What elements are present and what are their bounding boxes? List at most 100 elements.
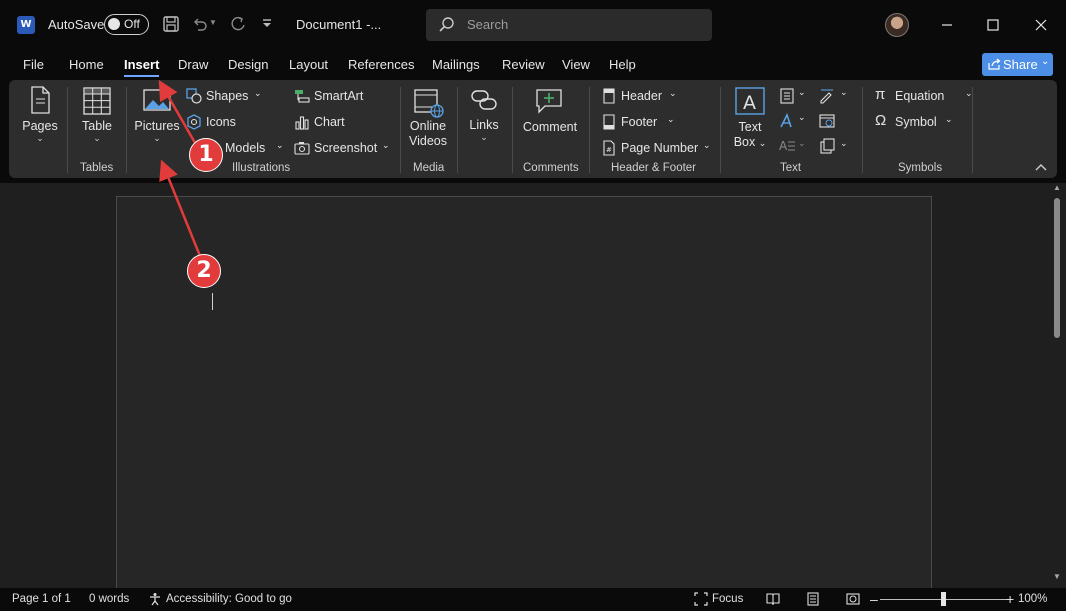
online-videos-label-2: Videos — [409, 134, 447, 148]
share-button[interactable]: Share ⌄ — [982, 53, 1053, 76]
group-label-illustrations: Illustrations — [232, 162, 291, 174]
quick-parts-chevron-icon[interactable]: ⌄ — [798, 87, 806, 98]
read-mode-icon[interactable] — [766, 592, 780, 606]
text-box-label-1: Text — [738, 120, 762, 134]
tab-file[interactable]: File — [23, 57, 44, 72]
customize-toolbar-icon[interactable] — [258, 14, 278, 34]
tab-view[interactable]: View — [562, 57, 590, 72]
close-icon[interactable] — [1028, 12, 1054, 38]
table-button[interactable]: Table ⌄ — [75, 86, 119, 148]
share-icon — [988, 58, 1001, 70]
page-number-button[interactable]: # Page Number ⌄ — [601, 139, 721, 159]
document-page[interactable] — [116, 196, 932, 596]
zoom-slider-thumb[interactable] — [941, 592, 946, 606]
comment-icon — [536, 89, 562, 114]
pages-label: Pages — [22, 119, 58, 133]
scroll-down-icon[interactable]: ▼ — [1053, 572, 1061, 581]
undo-dropdown-chevron-icon[interactable]: ▼ — [209, 18, 217, 27]
zoom-out-icon[interactable]: – — [870, 591, 878, 607]
search-box[interactable]: Search — [426, 9, 712, 41]
header-button[interactable]: Header ⌄ — [601, 87, 681, 107]
accessibility-status[interactable]: Accessibility: Good to go — [166, 593, 292, 605]
signature-line-chevron-icon[interactable]: ⌄ — [840, 87, 848, 98]
drop-cap-icon[interactable]: A — [779, 138, 795, 154]
shapes-icon — [186, 88, 202, 104]
tab-mailings[interactable]: Mailings — [432, 57, 480, 72]
focus-icon — [694, 592, 708, 606]
word-logo-icon: W — [17, 16, 35, 34]
smartart-icon — [295, 90, 310, 103]
object-chevron-icon[interactable]: ⌄ — [840, 138, 848, 149]
chart-button[interactable]: Chart — [294, 113, 358, 133]
save-icon[interactable] — [161, 14, 181, 34]
ribbon-separator — [512, 87, 513, 173]
quick-parts-icon[interactable] — [779, 88, 795, 104]
scroll-thumb[interactable] — [1054, 198, 1060, 338]
zoom-level[interactable]: 100% — [1018, 593, 1047, 605]
autosave-state: Off — [124, 17, 140, 31]
links-label: Links — [469, 118, 499, 132]
vertical-scrollbar[interactable]: ▲ ▼ — [1050, 183, 1066, 588]
page-number-chevron-icon: ⌄ — [703, 140, 711, 150]
tab-layout[interactable]: Layout — [289, 57, 328, 72]
wordart-chevron-icon[interactable]: ⌄ — [798, 112, 806, 123]
minimize-icon[interactable] — [934, 12, 960, 38]
pictures-label: Pictures — [134, 119, 180, 133]
tab-insert[interactable]: Insert — [124, 57, 160, 77]
tab-review[interactable]: Review — [502, 57, 545, 72]
screenshot-chevron-icon: ⌄ — [382, 140, 390, 150]
share-chevron-icon: ⌄ — [1041, 56, 1050, 67]
wordart-icon[interactable] — [779, 113, 795, 129]
tab-design[interactable]: Design — [228, 57, 268, 72]
signature-line-icon[interactable] — [819, 88, 835, 104]
text-box-button[interactable]: A Text Box ⌄ — [727, 86, 773, 152]
icons-button[interactable]: Icons — [186, 113, 250, 133]
equation-button[interactable]: π Equation ⌄ — [875, 86, 975, 107]
drop-cap-chevron-icon: ⌄ — [798, 138, 806, 148]
footer-button[interactable]: Footer ⌄ — [601, 113, 681, 133]
smartart-button[interactable]: SmartArt — [294, 87, 374, 107]
pictures-button[interactable]: Pictures ⌄ — [131, 86, 183, 150]
page-number-label: Page Number — [621, 141, 699, 155]
tab-help[interactable]: Help — [609, 57, 636, 72]
ribbon-separator — [126, 87, 127, 173]
shapes-button[interactable]: Shapes ⌄ — [186, 87, 266, 107]
ribbon-insert: Pages ⌄ Table ⌄ Tables Pictures ⌄ Shapes… — [9, 80, 1057, 178]
autosave-label: AutoSave — [48, 17, 105, 32]
object-icon[interactable] — [819, 138, 835, 154]
date-time-icon[interactable] — [819, 113, 835, 129]
comment-button[interactable]: Comment — [517, 86, 583, 148]
annotation-badge-2: 2 — [187, 254, 221, 288]
word-count[interactable]: 0 words — [89, 593, 129, 605]
pages-button[interactable]: Pages ⌄ — [19, 86, 61, 148]
tab-home[interactable]: Home — [69, 57, 104, 72]
group-label-text: Text — [780, 162, 802, 174]
screenshot-label: Screenshot — [314, 141, 378, 155]
comment-label: Comment — [522, 120, 578, 134]
page-count[interactable]: Page 1 of 1 — [12, 593, 71, 605]
ribbon-separator — [589, 87, 590, 173]
screenshot-button[interactable]: Screenshot ⌄ — [294, 139, 394, 159]
maximize-icon[interactable] — [980, 12, 1006, 38]
web-layout-icon[interactable] — [846, 592, 860, 606]
print-layout-icon[interactable] — [806, 592, 820, 606]
table-icon — [83, 87, 111, 115]
pi-icon: π — [875, 86, 886, 103]
focus-button[interactable]: Focus — [712, 593, 743, 605]
scroll-up-icon[interactable]: ▲ — [1053, 183, 1061, 192]
links-button[interactable]: Links ⌄ — [461, 86, 507, 152]
symbol-button[interactable]: Ω Symbol ⌄ — [875, 112, 955, 133]
undo-icon[interactable] — [190, 14, 210, 34]
collapse-ribbon-icon[interactable] — [1033, 161, 1049, 173]
zoom-in-icon[interactable]: + — [1006, 591, 1014, 607]
search-placeholder: Search — [467, 17, 509, 32]
document-title[interactable]: Document1 -... — [296, 17, 381, 32]
user-avatar[interactable] — [885, 13, 909, 37]
group-label-media: Media — [413, 162, 445, 174]
tab-references[interactable]: References — [348, 57, 414, 72]
autosave-toggle[interactable]: Off — [104, 14, 149, 35]
redo-icon[interactable] — [228, 14, 248, 34]
tab-draw[interactable]: Draw — [178, 57, 208, 72]
online-videos-button[interactable]: Online Videos — [405, 86, 451, 156]
footer-chevron-icon: ⌄ — [667, 114, 675, 124]
